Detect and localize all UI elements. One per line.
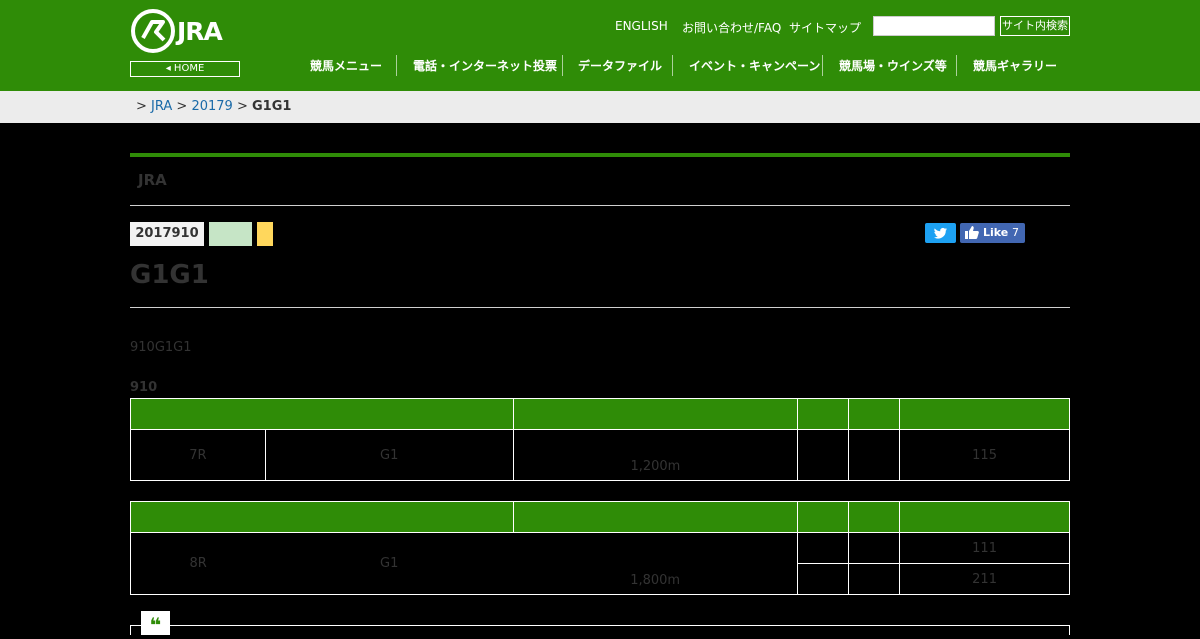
util-link-sitemap[interactable]: サイトマップ — [789, 19, 861, 36]
table-cell — [848, 532, 901, 564]
race-value: 115 — [899, 429, 1070, 481]
twitter-share-button[interactable] — [925, 223, 956, 243]
util-link-faq[interactable]: お問い合わせ/FAQ — [682, 19, 781, 36]
table-header-cell — [899, 398, 1070, 430]
nav-datafile[interactable]: データファイル — [578, 57, 662, 75]
section-accent-bar — [130, 153, 1070, 157]
table-header-cell — [130, 501, 514, 533]
date-tag: 2017910 — [130, 222, 204, 246]
page-title: G1G1 — [130, 260, 209, 290]
quote-icon: ❝ — [141, 611, 170, 637]
race-grade: G1 — [264, 429, 514, 481]
race-distance: 1,200m — [512, 429, 799, 481]
nav-racecourses[interactable]: 競馬場・ウインズ等 — [839, 57, 947, 75]
search-input[interactable] — [873, 16, 995, 36]
breadcrumb-link-jra[interactable]: JRA — [151, 99, 172, 114]
like-count: 7 — [1012, 226, 1019, 239]
site-header: JRA ◂ HOME ENGLISH お問い合わせ/FAQ サイトマップ サイト… — [0, 0, 1200, 91]
nav-keiba-menu[interactable]: 競馬メニュー — [310, 57, 382, 75]
lead-text: 910G1G1 — [130, 340, 192, 355]
breadcrumb-current: G1G1 — [252, 99, 292, 114]
like-label: Like — [983, 226, 1009, 239]
jra-logo[interactable]: JRA — [130, 8, 242, 54]
divider — [130, 307, 1070, 308]
breadcrumb-sep: > — [136, 99, 147, 114]
table-cell — [848, 563, 901, 595]
breadcrumb-link-month[interactable]: 20179 — [191, 99, 232, 114]
facebook-like-button[interactable]: Like 7 — [960, 223, 1025, 243]
nav-voting[interactable]: 電話・インターネット投票 — [413, 57, 557, 75]
table-header-cell — [512, 398, 799, 430]
breadcrumb-sep: > — [236, 99, 248, 114]
search-button[interactable]: サイト内検索 — [1000, 16, 1070, 36]
table-header-cell — [130, 398, 514, 430]
race-grade: G1 — [265, 532, 514, 595]
category-tag — [209, 222, 252, 246]
race-table: 7R G1 1,200m 115 — [130, 398, 1070, 481]
util-link-english[interactable]: ENGLISH — [615, 19, 668, 33]
breadcrumb-sep: > — [176, 99, 188, 114]
race-value: 111 — [899, 532, 1070, 564]
divider — [130, 205, 1070, 206]
nav-divider — [822, 55, 823, 76]
table-header-cell — [848, 501, 901, 533]
home-button[interactable]: ◂ HOME — [130, 61, 240, 77]
table-row: 7R G1 1,200m 115 — [130, 429, 1070, 481]
nav-divider — [396, 55, 397, 76]
nav-divider — [672, 55, 673, 76]
race-subheading: 910 — [130, 380, 158, 395]
race-distance: 1,800m — [513, 532, 799, 595]
chevron-left-icon: ◂ — [165, 63, 174, 74]
breadcrumb: > JRA > 20179 > G1G1 — [0, 91, 1200, 123]
table-header-row — [130, 501, 1070, 533]
table-header-cell — [512, 501, 799, 533]
comment-box — [130, 625, 1070, 635]
table-cell — [797, 429, 850, 481]
thumbs-up-icon — [965, 226, 979, 246]
nav-divider — [956, 55, 957, 76]
race-number: 8R — [130, 532, 266, 595]
race-number: 7R — [130, 429, 266, 481]
table-header-cell — [848, 398, 901, 430]
home-label: HOME — [173, 63, 205, 74]
table-header-row — [130, 398, 1070, 430]
nav-events[interactable]: イベント・キャンペーン — [689, 57, 820, 75]
nav-divider — [562, 55, 563, 76]
table-header-cell — [797, 501, 850, 533]
race-table: 8R G1 1,800m 111 211 — [130, 501, 1070, 595]
table-header-cell — [797, 398, 850, 430]
twitter-icon — [934, 227, 947, 239]
race-value: 211 — [899, 563, 1070, 595]
table-cell — [797, 532, 850, 564]
section-title: JRA — [138, 171, 167, 189]
table-cell — [797, 563, 850, 595]
table-cell — [848, 429, 901, 481]
nav-gallery[interactable]: 競馬ギャラリー — [973, 57, 1057, 75]
table-header-cell — [899, 501, 1070, 533]
jra-logo-icon — [131, 9, 175, 53]
category-tag-small — [257, 222, 273, 246]
logo-text: JRA — [177, 17, 223, 46]
table-row: 8R G1 1,800m 111 — [130, 532, 1070, 595]
